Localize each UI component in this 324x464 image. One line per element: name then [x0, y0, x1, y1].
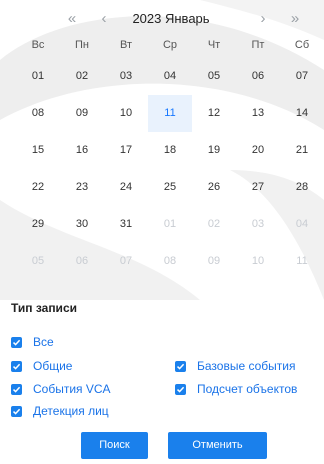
- calendar-day[interactable]: 11: [280, 243, 324, 280]
- checkbox-object-count[interactable]: Подсчет объектов: [175, 381, 297, 397]
- calendar-day[interactable]: 10: [236, 243, 280, 280]
- checkbox-basic-events[interactable]: Базовые события: [175, 358, 295, 374]
- calendar-day[interactable]: 29: [16, 206, 60, 243]
- calendar-grid: Вс Пн Вт Ср Чт Пт Сб 01 02 03 04 05 06 07 08 09 1…: [16, 32, 324, 280]
- checkbox-checked-icon: [11, 336, 22, 348]
- calendar-day[interactable]: 08: [148, 243, 192, 280]
- calendar-day[interactable]: 05: [192, 58, 236, 95]
- weekday-label: Чт: [207, 39, 221, 51]
- checkbox-checked-icon: [11, 405, 22, 417]
- weekday-label: Вт: [119, 39, 132, 51]
- calendar-day[interactable]: 04: [280, 206, 324, 243]
- calendar-day[interactable]: 12: [192, 95, 236, 132]
- calendar-day[interactable]: 19: [192, 132, 236, 169]
- checkbox-checked-icon: [11, 383, 22, 395]
- cancel-button[interactable]: Отменить: [168, 432, 267, 459]
- checkbox-vca-events[interactable]: События VCA: [11, 381, 111, 397]
- calendar-week-row: 15 16 17 18 19 20 21: [16, 132, 324, 169]
- calendar-day[interactable]: 14: [280, 95, 324, 132]
- checkbox-label: Детекция лиц: [33, 404, 109, 418]
- checkbox-label: Базовые события: [197, 359, 296, 373]
- calendar-day[interactable]: 21: [280, 132, 324, 169]
- calendar-day[interactable]: 22: [16, 169, 60, 206]
- calendar-week-row: 29 30 31 01 02 03 04: [16, 206, 324, 243]
- checkbox-label: Подсчет объектов: [197, 382, 298, 396]
- calendar-day[interactable]: 04: [148, 58, 192, 95]
- checkbox-label: Общие: [33, 359, 73, 373]
- weekday-header-row: Вс Пн Вт Ср Чт Пт Сб: [16, 32, 324, 58]
- calendar-day[interactable]: 07: [280, 58, 324, 95]
- next-month-icon[interactable]: ›: [253, 7, 273, 31]
- calendar-day-selected[interactable]: 11: [148, 95, 192, 132]
- next-year-icon[interactable]: »: [285, 7, 305, 31]
- calendar-day[interactable]: 06: [60, 243, 104, 280]
- checkbox-general[interactable]: Общие: [11, 358, 72, 374]
- calendar-day[interactable]: 30: [60, 206, 104, 243]
- calendar-weeks: 01 02 03 04 05 06 07 08 09 10 11 12 13 14 15 16 17 18 19 20…: [16, 58, 324, 280]
- calendar-day[interactable]: 01: [16, 58, 60, 95]
- calendar-day[interactable]: 18: [148, 132, 192, 169]
- weekday-label: Пн: [75, 39, 89, 51]
- checkbox-all[interactable]: Все: [11, 334, 54, 350]
- checkbox-checked-icon: [175, 360, 186, 372]
- calendar-day[interactable]: 27: [236, 169, 280, 206]
- weekday-label: Сб: [294, 39, 310, 51]
- calendar-day[interactable]: 31: [104, 206, 148, 243]
- calendar-day[interactable]: 23: [60, 169, 104, 206]
- checkbox-checked-icon: [11, 360, 22, 372]
- weekday-label: Вс: [31, 39, 45, 51]
- calendar-day[interactable]: 10: [104, 95, 148, 132]
- calendar-title: 2023 Январь: [132, 11, 210, 26]
- calendar-day[interactable]: 13: [236, 95, 280, 132]
- calendar-day[interactable]: 16: [60, 132, 104, 169]
- calendar-day[interactable]: 08: [16, 95, 60, 132]
- checkbox-checked-icon: [175, 383, 186, 395]
- calendar-day[interactable]: 25: [148, 169, 192, 206]
- calendar-day[interactable]: 02: [192, 206, 236, 243]
- calendar-day[interactable]: 03: [236, 206, 280, 243]
- prev-year-icon[interactable]: «: [62, 7, 82, 31]
- calendar-day[interactable]: 28: [280, 169, 324, 206]
- calendar-week-row: 01 02 03 04 05 06 07: [16, 58, 324, 95]
- calendar-day[interactable]: 24: [104, 169, 148, 206]
- calendar-week-row: 08 09 10 11 12 13 14: [16, 95, 324, 132]
- checkbox-label: События VCA: [33, 382, 111, 396]
- calendar-day[interactable]: 09: [60, 95, 104, 132]
- calendar-day[interactable]: 06: [236, 58, 280, 95]
- weekday-label: Пт: [251, 39, 265, 51]
- prev-month-icon[interactable]: ‹: [94, 7, 114, 31]
- calendar-day[interactable]: 15: [16, 132, 60, 169]
- calendar-day[interactable]: 26: [192, 169, 236, 206]
- calendar-week-row: 05 06 07 08 09 10 11: [16, 243, 324, 280]
- search-button[interactable]: Поиск: [81, 432, 148, 459]
- calendar-header: « ‹ 2023 Январь › »: [0, 7, 324, 31]
- calendar-day[interactable]: 01: [148, 206, 192, 243]
- weekday-label: Ср: [162, 39, 178, 51]
- calendar-day[interactable]: 20: [236, 132, 280, 169]
- checkbox-face-detection[interactable]: Детекция лиц: [11, 403, 109, 419]
- calendar-day[interactable]: 03: [104, 58, 148, 95]
- calendar-day[interactable]: 05: [16, 243, 60, 280]
- checkbox-label: Все: [33, 335, 54, 349]
- calendar-day[interactable]: 07: [104, 243, 148, 280]
- calendar-day[interactable]: 02: [60, 58, 104, 95]
- calendar-day[interactable]: 17: [104, 132, 148, 169]
- calendar-week-row: 22 23 24 25 26 27 28: [16, 169, 324, 206]
- record-type-title: Тип записи: [11, 301, 77, 315]
- calendar-day[interactable]: 09: [192, 243, 236, 280]
